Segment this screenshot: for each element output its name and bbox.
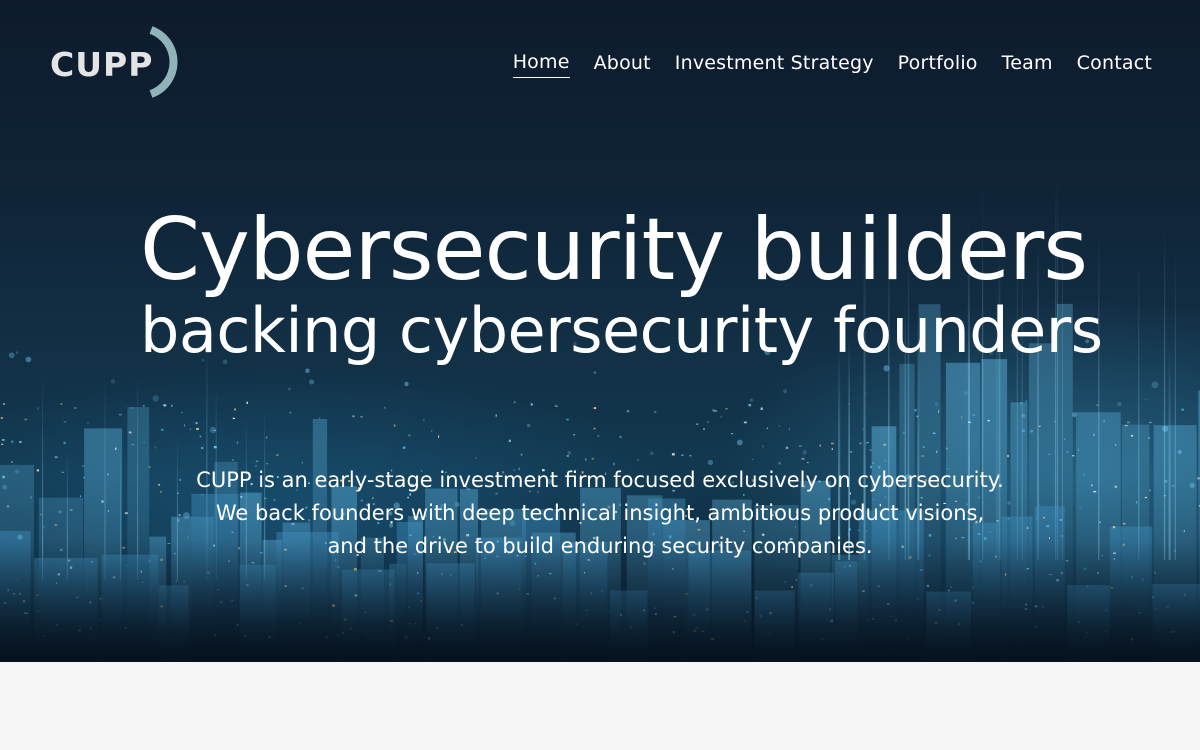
hero-headline: Cybersecurity builders backing cybersecu… bbox=[140, 200, 1103, 367]
hero-section: CUPP Home About Investment Strategy Port… bbox=[0, 0, 1200, 662]
nav-team[interactable]: Team bbox=[1002, 51, 1053, 78]
nav-home[interactable]: Home bbox=[512, 50, 570, 78]
hero-description-line-1: CUPP is an early-stage investment firm f… bbox=[196, 468, 1004, 492]
hero-title-line-1: Cybersecurity builders bbox=[140, 200, 1088, 300]
hero-description: CUPP is an early-stage investment firm f… bbox=[100, 464, 1100, 563]
svg-text:CUPP: CUPP bbox=[50, 45, 153, 84]
nav-contact[interactable]: Contact bbox=[1077, 51, 1152, 78]
nav-about[interactable]: About bbox=[594, 51, 651, 78]
hero-title-line-2: backing cybersecurity founders bbox=[140, 294, 1103, 367]
cupp-logo[interactable]: CUPP bbox=[48, 24, 198, 100]
next-section bbox=[0, 662, 1200, 750]
nav-portfolio[interactable]: Portfolio bbox=[898, 51, 978, 78]
nav-investment-strategy[interactable]: Investment Strategy bbox=[675, 51, 874, 78]
hero-description-line-3: and the drive to build enduring security… bbox=[327, 534, 873, 558]
main-navigation: Home About Investment Strategy Portfolio… bbox=[512, 50, 1152, 78]
hero-description-line-2: We back founders with deep technical ins… bbox=[215, 501, 985, 525]
